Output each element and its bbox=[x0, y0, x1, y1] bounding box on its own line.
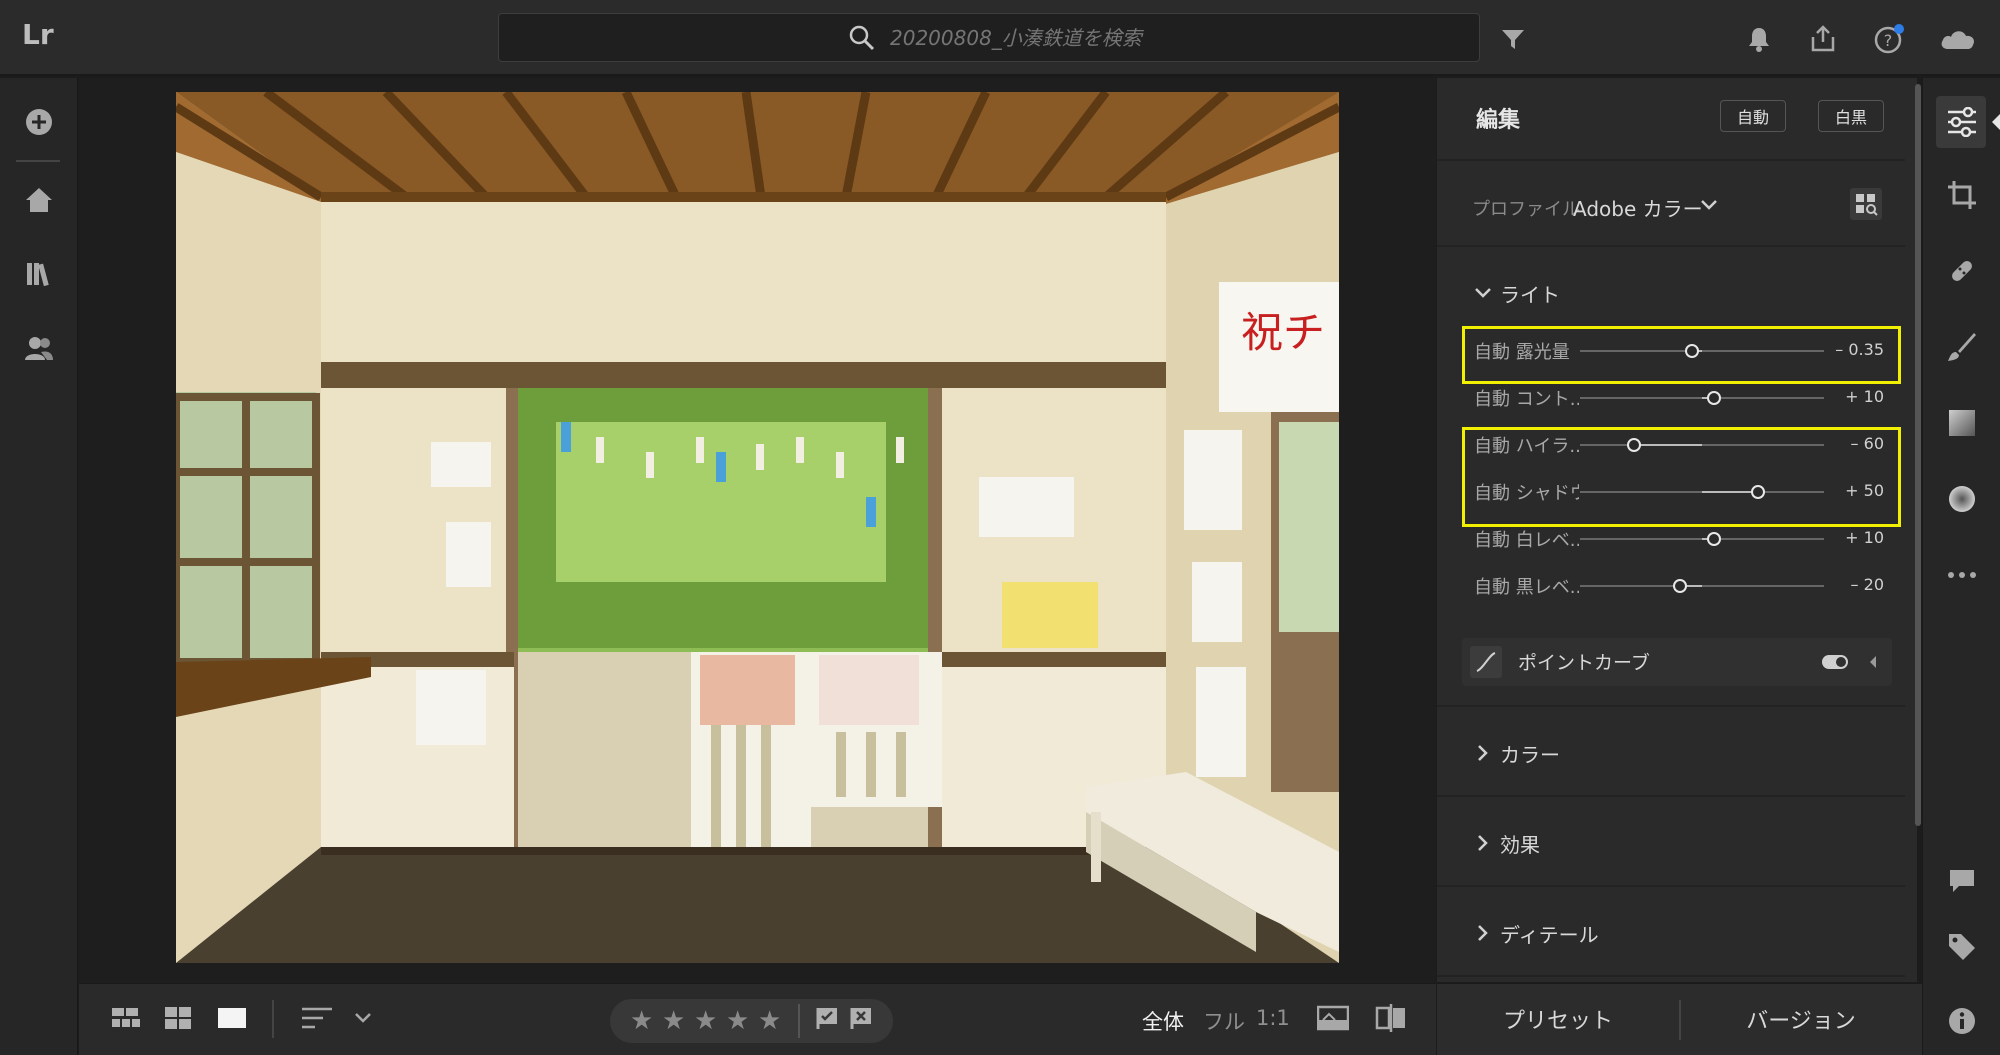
flag-pick-icon[interactable] bbox=[814, 1004, 840, 1032]
profile-chevron-down-icon[interactable] bbox=[1700, 197, 1718, 216]
slider-label: 自動 ハイラ... bbox=[1474, 436, 1579, 457]
profile-label: プロファイル bbox=[1472, 199, 1580, 220]
slider-value[interactable]: + 10 bbox=[1830, 528, 1884, 547]
zoom-full[interactable]: フル bbox=[1203, 1006, 1245, 1036]
zoom-1to1[interactable]: 1:1 bbox=[1256, 1006, 1290, 1030]
tag-icon[interactable] bbox=[1943, 928, 1981, 966]
effects-section-title[interactable]: 効果 bbox=[1500, 829, 1540, 858]
rating-star-4[interactable]: ★ bbox=[726, 1006, 749, 1036]
panel-divider bbox=[1437, 705, 1905, 707]
detail-section-title[interactable]: ディテール bbox=[1500, 919, 1599, 948]
comment-icon[interactable] bbox=[1943, 862, 1981, 900]
profile-dropdown[interactable]: Adobe カラー bbox=[1573, 193, 1703, 222]
people-icon[interactable] bbox=[19, 328, 59, 368]
slider-track[interactable] bbox=[1580, 585, 1824, 587]
rating-star-1[interactable]: ★ bbox=[630, 1006, 653, 1036]
toolbar-divider bbox=[272, 1000, 274, 1038]
slider-value[interactable]: + 50 bbox=[1830, 481, 1884, 500]
slider-value[interactable]: – 20 bbox=[1830, 575, 1884, 594]
effects-chevron-right-icon[interactable] bbox=[1476, 834, 1490, 856]
linear-gradient-icon[interactable] bbox=[1943, 404, 1981, 442]
edit-panel-scrollbar[interactable] bbox=[1915, 84, 1921, 826]
bw-button[interactable]: 白黒 bbox=[1818, 100, 1884, 132]
panel-divider bbox=[1437, 975, 1905, 977]
light-chevron-down-icon[interactable] bbox=[1474, 285, 1492, 304]
profile-browser-icon[interactable] bbox=[1850, 188, 1882, 220]
svg-text:?: ? bbox=[1884, 31, 1893, 50]
color-section-title[interactable]: カラー bbox=[1500, 739, 1560, 768]
add-icon[interactable] bbox=[19, 102, 59, 142]
slider-value[interactable]: + 10 bbox=[1830, 387, 1884, 406]
edit-title: 編集 bbox=[1476, 108, 1521, 133]
slider-label: 自動 白レベ... bbox=[1474, 530, 1579, 551]
panel-divider bbox=[1437, 245, 1905, 247]
compare-icon[interactable] bbox=[1374, 1004, 1408, 1032]
slider-knob[interactable] bbox=[1751, 485, 1766, 499]
slider-value[interactable]: – 0.35 bbox=[1830, 340, 1884, 359]
slider-knob[interactable] bbox=[1626, 438, 1641, 452]
color-chevron-right-icon[interactable] bbox=[1476, 744, 1490, 766]
caret-left-icon[interactable] bbox=[1868, 654, 1878, 673]
sliders-icon[interactable] bbox=[1943, 103, 1981, 141]
panel-divider bbox=[1437, 795, 1905, 797]
flag-reject-icon[interactable] bbox=[848, 1004, 874, 1032]
rating-star-3[interactable]: ★ bbox=[694, 1006, 717, 1036]
more-icon[interactable] bbox=[1943, 556, 1981, 594]
point-curve-toggle[interactable] bbox=[1822, 655, 1848, 669]
help-icon[interactable]: ? bbox=[1872, 22, 1906, 56]
slider-value[interactable]: – 60 bbox=[1830, 434, 1884, 453]
curve-icon bbox=[1470, 646, 1502, 678]
bell-icon[interactable] bbox=[1742, 22, 1776, 56]
svg-text:祝チ: 祝チ bbox=[1241, 308, 1325, 357]
versions-button[interactable]: バージョン bbox=[1681, 983, 1921, 1055]
sort-chevron-down-icon[interactable] bbox=[352, 1004, 374, 1032]
radial-gradient-icon[interactable] bbox=[1943, 480, 1981, 518]
active-tool-caret bbox=[1990, 114, 2000, 134]
sort-icon[interactable] bbox=[300, 1004, 334, 1032]
info-icon[interactable] bbox=[1943, 1002, 1981, 1040]
home-icon[interactable] bbox=[19, 180, 59, 220]
panel-divider bbox=[1437, 885, 1905, 887]
filter-icon[interactable] bbox=[1496, 22, 1530, 56]
rail-divider bbox=[16, 160, 60, 162]
cloud-icon[interactable] bbox=[1938, 22, 1978, 56]
brush-icon[interactable] bbox=[1943, 328, 1981, 366]
left-rail bbox=[0, 78, 78, 1055]
slider-label: 自動 コント... bbox=[1474, 389, 1579, 410]
slider-track[interactable] bbox=[1580, 350, 1824, 352]
slider-fill bbox=[1633, 444, 1702, 446]
light-section-title[interactable]: ライト bbox=[1500, 279, 1560, 308]
panel-divider bbox=[1437, 159, 1905, 161]
app-logo[interactable]: Lr bbox=[22, 18, 54, 51]
filmstrip-icon[interactable] bbox=[1316, 1004, 1350, 1032]
search-input[interactable] bbox=[890, 22, 1450, 54]
rating-star-5[interactable]: ★ bbox=[758, 1006, 781, 1036]
rating-star-2[interactable]: ★ bbox=[662, 1006, 685, 1036]
rating-divider bbox=[798, 1004, 800, 1038]
share-icon[interactable] bbox=[1806, 22, 1840, 56]
single-view-icon[interactable] bbox=[216, 1004, 248, 1032]
photo[interactable]: 祝チ bbox=[176, 92, 1339, 963]
library-icon[interactable] bbox=[19, 254, 59, 294]
grid-large-icon[interactable] bbox=[162, 1004, 194, 1032]
presets-button[interactable]: プリセット bbox=[1437, 983, 1679, 1055]
slider-label: 自動 黒レベ... bbox=[1474, 577, 1579, 598]
healing-icon[interactable] bbox=[1943, 252, 1981, 290]
detail-chevron-right-icon[interactable] bbox=[1476, 924, 1490, 946]
slider-fill bbox=[1702, 491, 1759, 493]
point-curve-label: ポイントカーブ bbox=[1518, 652, 1650, 674]
crop-icon[interactable] bbox=[1943, 176, 1981, 214]
slider-track[interactable] bbox=[1580, 444, 1824, 446]
zoom-all[interactable]: 全体 bbox=[1142, 1006, 1184, 1036]
grid-small-icon[interactable] bbox=[110, 1004, 142, 1032]
slider-knob[interactable] bbox=[1673, 579, 1688, 593]
slider-label: 自動 シャドウ bbox=[1474, 483, 1579, 504]
auto-button[interactable]: 自動 bbox=[1720, 100, 1786, 132]
slider-label: 自動 露光量 bbox=[1474, 342, 1570, 363]
search-icon bbox=[848, 24, 876, 56]
